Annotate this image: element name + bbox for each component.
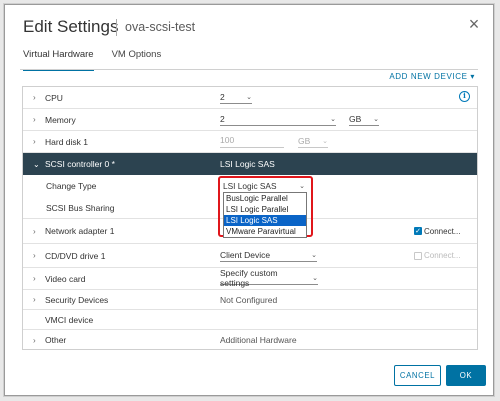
hard-disk-size-value: 100 (220, 135, 235, 145)
add-new-device-button[interactable]: ADD NEW DEVICE ▾ (389, 72, 475, 81)
memory-unit: GB (349, 114, 362, 124)
checkbox-unchecked-icon (414, 251, 422, 260)
controller-type-options: BusLogic Parallel LSI Logic Parallel LSI… (223, 192, 307, 238)
memory-label: Memory (45, 114, 76, 125)
row-cd-dvd[interactable]: › CD/DVD drive 1 Client Device ⌄ Connect… (23, 244, 477, 268)
option-lsi-logic-parallel[interactable]: LSI Logic Parallel (224, 204, 306, 215)
title-divider (116, 19, 117, 36)
vmci-device-label: VMCI device (45, 314, 94, 325)
chevron-down-icon: ⌄ (373, 116, 379, 123)
cancel-button[interactable]: CANCEL (394, 365, 441, 386)
change-type-label: Change Type (46, 181, 97, 191)
memory-unit-select[interactable]: GB ⌄ (349, 113, 379, 126)
hard-disk-unit-select: GB ⌄ (298, 135, 328, 148)
chevron-down-icon: ⌄ (312, 275, 318, 282)
chevron-down-icon[interactable]: ⌄ (33, 160, 40, 169)
row-vmci-device: VMCI device (23, 310, 477, 330)
cpu-select[interactable]: 2 ⌄ (220, 91, 252, 104)
chevron-right-icon[interactable]: › (33, 115, 39, 124)
row-other[interactable]: › Other Additional Hardware (23, 330, 477, 350)
security-devices-value: Not Configured (220, 294, 278, 305)
video-card-value: Specify custom settings (220, 268, 278, 288)
row-memory[interactable]: › Memory 2 ⌄ GB ⌄ (23, 109, 477, 131)
tab-bar: Virtual Hardware VM Options (23, 49, 161, 71)
video-card-select[interactable]: Specify custom settings ⌄ (220, 268, 318, 288)
info-icon[interactable]: i (459, 91, 470, 102)
chevron-right-icon[interactable]: › (33, 137, 39, 146)
memory-value: 2 (220, 114, 225, 124)
network-connect-label: Connect... (424, 226, 461, 236)
chevron-right-icon[interactable]: › (33, 227, 39, 236)
option-lsi-logic-sas[interactable]: LSI Logic SAS (224, 215, 306, 226)
vm-name: ova-scsi-test (125, 20, 196, 34)
close-icon[interactable]: × (465, 15, 483, 33)
cd-dvd-connect-toggle: Connect... (414, 244, 460, 267)
hard-disk-unit: GB (298, 136, 311, 146)
row-scsi-controller[interactable]: ⌄ SCSI controller 0 * LSI Logic SAS (23, 153, 477, 175)
controller-type-value: LSI Logic SAS (223, 181, 277, 191)
chevron-down-icon: ⌄ (246, 94, 252, 101)
chevron-right-icon[interactable]: › (33, 93, 39, 102)
controller-type-select[interactable]: LSI Logic SAS ⌄ (223, 180, 305, 192)
cpu-label: CPU (45, 92, 63, 103)
row-hard-disk[interactable]: › Hard disk 1 100 GB ⌄ (23, 131, 477, 153)
cpu-value: 2 (220, 92, 225, 102)
scsi-controller-label: SCSI controller 0 * (45, 159, 115, 169)
checkbox-checked-icon[interactable]: ✓ (414, 227, 422, 235)
security-devices-label: Security Devices (45, 294, 109, 305)
chevron-down-icon: ▾ (470, 72, 475, 81)
chevron-right-icon[interactable]: › (33, 336, 39, 345)
chevron-right-icon[interactable]: › (33, 251, 39, 260)
chevron-right-icon[interactable]: › (33, 295, 39, 304)
chevron-down-icon: ⌄ (330, 116, 336, 123)
chevron-right-icon[interactable]: › (33, 274, 39, 283)
option-vmware-paravirtual[interactable]: VMware Paravirtual (224, 226, 306, 237)
cd-dvd-value: Client Device (220, 250, 271, 260)
row-video-card[interactable]: › Video card Specify custom settings ⌄ (23, 268, 477, 290)
chevron-down-icon: ⌄ (311, 252, 317, 259)
cd-dvd-connect-label: Connect... (424, 251, 461, 260)
option-buslogic-parallel[interactable]: BusLogic Parallel (224, 193, 306, 204)
cd-dvd-label: CD/DVD drive 1 (45, 250, 106, 261)
row-cpu[interactable]: › CPU 2 ⌄ i (23, 87, 477, 109)
video-card-label: Video card (45, 273, 86, 284)
tab-divider (20, 69, 478, 70)
ok-button[interactable]: OK (446, 365, 486, 386)
chevron-down-icon: ⌄ (322, 138, 328, 145)
edit-settings-dialog: Edit Settings ova-scsi-test × Virtual Ha… (4, 4, 494, 396)
other-value: Additional Hardware (220, 335, 297, 345)
hard-disk-size-input: 100 (220, 135, 284, 148)
memory-input[interactable]: 2 ⌄ (220, 113, 336, 126)
network-connect-toggle[interactable]: ✓ Connect... (414, 219, 460, 243)
cd-dvd-select[interactable]: Client Device ⌄ (220, 249, 317, 262)
dialog-title: Edit Settings (23, 17, 119, 36)
add-new-device-label: ADD NEW DEVICE (389, 72, 468, 81)
row-security-devices[interactable]: › Security Devices Not Configured (23, 290, 477, 310)
tab-vm-options[interactable]: VM Options (112, 49, 162, 71)
network-adapter-label: Network adapter 1 (45, 226, 115, 236)
scsi-controller-type: LSI Logic SAS (220, 159, 275, 169)
tab-virtual-hardware[interactable]: Virtual Hardware (23, 49, 94, 71)
scsi-bus-sharing-label: SCSI Bus Sharing (46, 202, 115, 213)
hard-disk-label: Hard disk 1 (45, 136, 88, 147)
other-label: Other (45, 335, 67, 345)
chevron-down-icon: ⌄ (299, 183, 305, 190)
